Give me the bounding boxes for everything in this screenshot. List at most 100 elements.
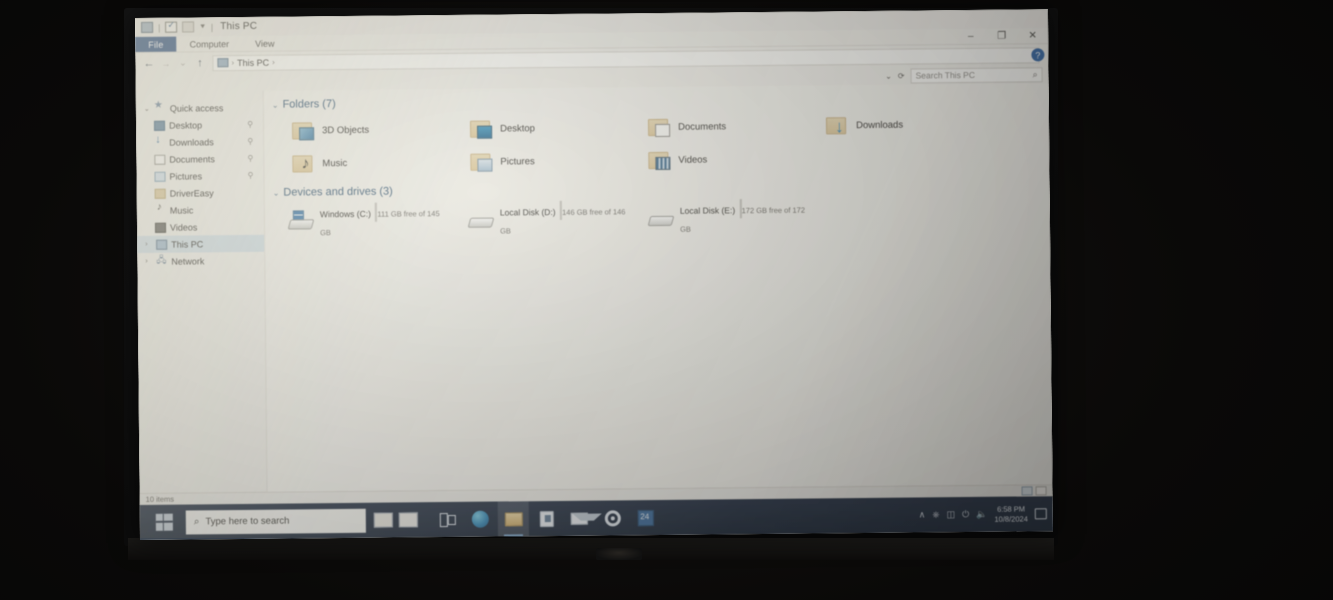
folder-label: Documents bbox=[678, 121, 727, 133]
volume-icon[interactable]: 🔈 bbox=[976, 509, 987, 520]
taskbar-app-microsoft-store[interactable] bbox=[531, 501, 562, 536]
folder-pictures-icon bbox=[470, 151, 494, 173]
clock[interactable]: 6:58 PM 10/8/2024 bbox=[994, 505, 1028, 524]
news-interests-icon[interactable] bbox=[373, 512, 393, 528]
content-pane[interactable]: ⌄ Folders (7) 3D Objects Desktop Documen… bbox=[263, 83, 1053, 492]
folder-item-pictures[interactable]: Pictures bbox=[448, 144, 626, 179]
sidebar-item-pictures[interactable]: Pictures ⚲ bbox=[136, 167, 263, 185]
sidebar-item-network[interactable]: › Network bbox=[137, 252, 264, 270]
hard-drive-icon bbox=[647, 207, 675, 233]
drives-group-label: Devices and drives (3) bbox=[283, 185, 393, 199]
show-hidden-icons-button[interactable]: ∧ bbox=[919, 509, 926, 520]
sidebar-item-desktop[interactable]: Desktop ⚲ bbox=[136, 116, 263, 134]
qat-pc-icon[interactable] bbox=[141, 21, 154, 33]
network-icon[interactable]: ◫ bbox=[947, 509, 956, 520]
taskbar-app-task-view[interactable] bbox=[432, 502, 463, 537]
taskbar-pinned-apps bbox=[426, 500, 661, 537]
sidebar-item-quick-access[interactable]: ⌄ Quick access bbox=[136, 99, 263, 117]
folder-documents-icon bbox=[647, 116, 672, 138]
qat-properties-icon[interactable] bbox=[165, 21, 178, 33]
network-chevron-icon[interactable]: › bbox=[145, 258, 152, 265]
tab-file[interactable]: File bbox=[135, 36, 177, 52]
pin-icon[interactable]: ⚲ bbox=[248, 171, 254, 180]
start-button[interactable] bbox=[140, 505, 188, 540]
folder-item-desktop[interactable]: Desktop bbox=[448, 111, 626, 146]
battery-icon[interactable]: ⏻ bbox=[962, 509, 969, 520]
drive-item-c[interactable]: Windows (C:) 111 GB free of 145 GB bbox=[271, 201, 451, 241]
sidebar-item-downloads[interactable]: Downloads ⚲ bbox=[136, 133, 263, 151]
folder-item-videos[interactable]: Videos bbox=[626, 143, 804, 178]
taskbar-app-calendar[interactable] bbox=[630, 500, 661, 535]
tab-computer[interactable]: Computer bbox=[176, 36, 242, 52]
sidebar-item-label: Network bbox=[171, 255, 205, 267]
search-placeholder: Search This PC bbox=[915, 69, 976, 81]
download-icon bbox=[154, 137, 165, 147]
details-view-icon[interactable] bbox=[1021, 486, 1033, 496]
notifications-icon[interactable] bbox=[1034, 508, 1047, 520]
sidebar-item-label: Music bbox=[169, 204, 194, 216]
system-tray: ∧ ⎈ ◫ ⏻ 🔈 6:58 PM 10/8/2024 bbox=[919, 504, 1053, 524]
folder-item-music[interactable]: Music bbox=[270, 146, 448, 181]
taskbar-app-microsoft-edge[interactable] bbox=[465, 502, 496, 537]
sidebar-item-videos[interactable]: Videos bbox=[137, 218, 264, 236]
quick-access-chevron-icon[interactable]: ⌄ bbox=[144, 104, 151, 112]
drives-grid: Windows (C:) 111 GB free of 145 GB Local… bbox=[271, 195, 1050, 240]
recent-locations-dropdown-icon[interactable]: ⌄ bbox=[174, 57, 191, 68]
drive-usage-bar bbox=[739, 199, 742, 219]
forward-button[interactable]: → bbox=[157, 58, 174, 68]
taskbar-search-input[interactable]: ⌕ Type here to search bbox=[185, 508, 366, 535]
sidebar-item-label: Desktop bbox=[168, 119, 203, 131]
clock-date: 10/8/2024 bbox=[994, 513, 1028, 524]
taskbar-app-settings[interactable] bbox=[597, 500, 628, 535]
taskbar-app-mail[interactable] bbox=[564, 501, 595, 536]
qat-new-folder-icon[interactable] bbox=[182, 21, 195, 33]
start-icon bbox=[155, 513, 173, 531]
sidebar-item-this-pc[interactable]: › This PC bbox=[137, 234, 265, 253]
folder-item-downloads[interactable]: Downloads bbox=[804, 108, 982, 143]
up-button[interactable]: ↑ bbox=[191, 57, 208, 69]
breadcrumb-item-this-pc[interactable]: This PC bbox=[237, 57, 269, 67]
search-input[interactable]: Search This PC ⌕ bbox=[910, 66, 1043, 84]
help-button[interactable]: ? bbox=[1031, 48, 1045, 62]
sidebar-item-drivereasy[interactable]: DriverEasy bbox=[137, 184, 264, 202]
star-pin-icon bbox=[155, 103, 166, 113]
chevron-down-icon[interactable]: ⌄ bbox=[273, 188, 280, 197]
minimize-button[interactable]: – bbox=[955, 30, 986, 41]
onedrive-icon[interactable]: ⎈ bbox=[932, 509, 939, 520]
drive-item-d[interactable]: Local Disk (D:) 146 GB free of 146 GB bbox=[451, 199, 631, 239]
folder-label: Pictures bbox=[500, 156, 535, 168]
address-history-dropdown-icon[interactable]: ⌄ bbox=[885, 71, 892, 80]
folder-icon bbox=[154, 188, 166, 199]
this-pc-chevron-icon[interactable]: › bbox=[145, 241, 152, 248]
folder-label: 3D Objects bbox=[322, 124, 370, 137]
back-button[interactable]: ← bbox=[140, 57, 157, 69]
folder-label: Music bbox=[322, 157, 348, 170]
maximize-button[interactable]: ❐ bbox=[986, 30, 1017, 41]
task-view-icon[interactable] bbox=[398, 512, 418, 528]
sidebar-item-label: Documents bbox=[169, 153, 215, 165]
sidebar-item-label: Downloads bbox=[169, 136, 214, 148]
pin-icon[interactable]: ⚲ bbox=[247, 137, 253, 146]
folders-grid: 3D Objects Desktop Documents ↓ Downloads… bbox=[270, 107, 1050, 180]
folder-item-3d-objects[interactable]: 3D Objects bbox=[270, 113, 448, 148]
pin-icon[interactable]: ⚲ bbox=[247, 120, 253, 129]
folder-item-documents[interactable]: Documents bbox=[626, 110, 804, 145]
qat-customize-dropdown-icon[interactable]: ⯆ bbox=[199, 22, 206, 32]
pin-icon[interactable]: ⚲ bbox=[247, 154, 253, 163]
folder-label: Downloads bbox=[856, 119, 904, 132]
breadcrumb-separator-2[interactable]: › bbox=[272, 58, 275, 67]
folder-videos-icon bbox=[648, 149, 672, 171]
tab-view[interactable]: View bbox=[242, 36, 288, 51]
close-button[interactable]: ✕ bbox=[1017, 30, 1048, 41]
refresh-icon[interactable]: ⟳ bbox=[898, 71, 905, 80]
windows-drive-icon bbox=[287, 210, 315, 236]
drive-item-e[interactable]: Local Disk (E:) 172 GB free of 172 GB bbox=[631, 198, 811, 238]
desktop-icon bbox=[153, 120, 166, 131]
taskbar-app-file-explorer[interactable] bbox=[497, 501, 529, 537]
large-icons-view-icon[interactable] bbox=[1035, 486, 1047, 496]
item-count-label: 10 items bbox=[145, 494, 175, 504]
chevron-down-icon[interactable]: ⌄ bbox=[272, 100, 279, 109]
sidebar-item-documents[interactable]: Documents ⚲ bbox=[136, 150, 263, 168]
taskbar-search-placeholder: Type here to search bbox=[205, 515, 290, 528]
sidebar-item-music[interactable]: Music bbox=[137, 201, 264, 219]
